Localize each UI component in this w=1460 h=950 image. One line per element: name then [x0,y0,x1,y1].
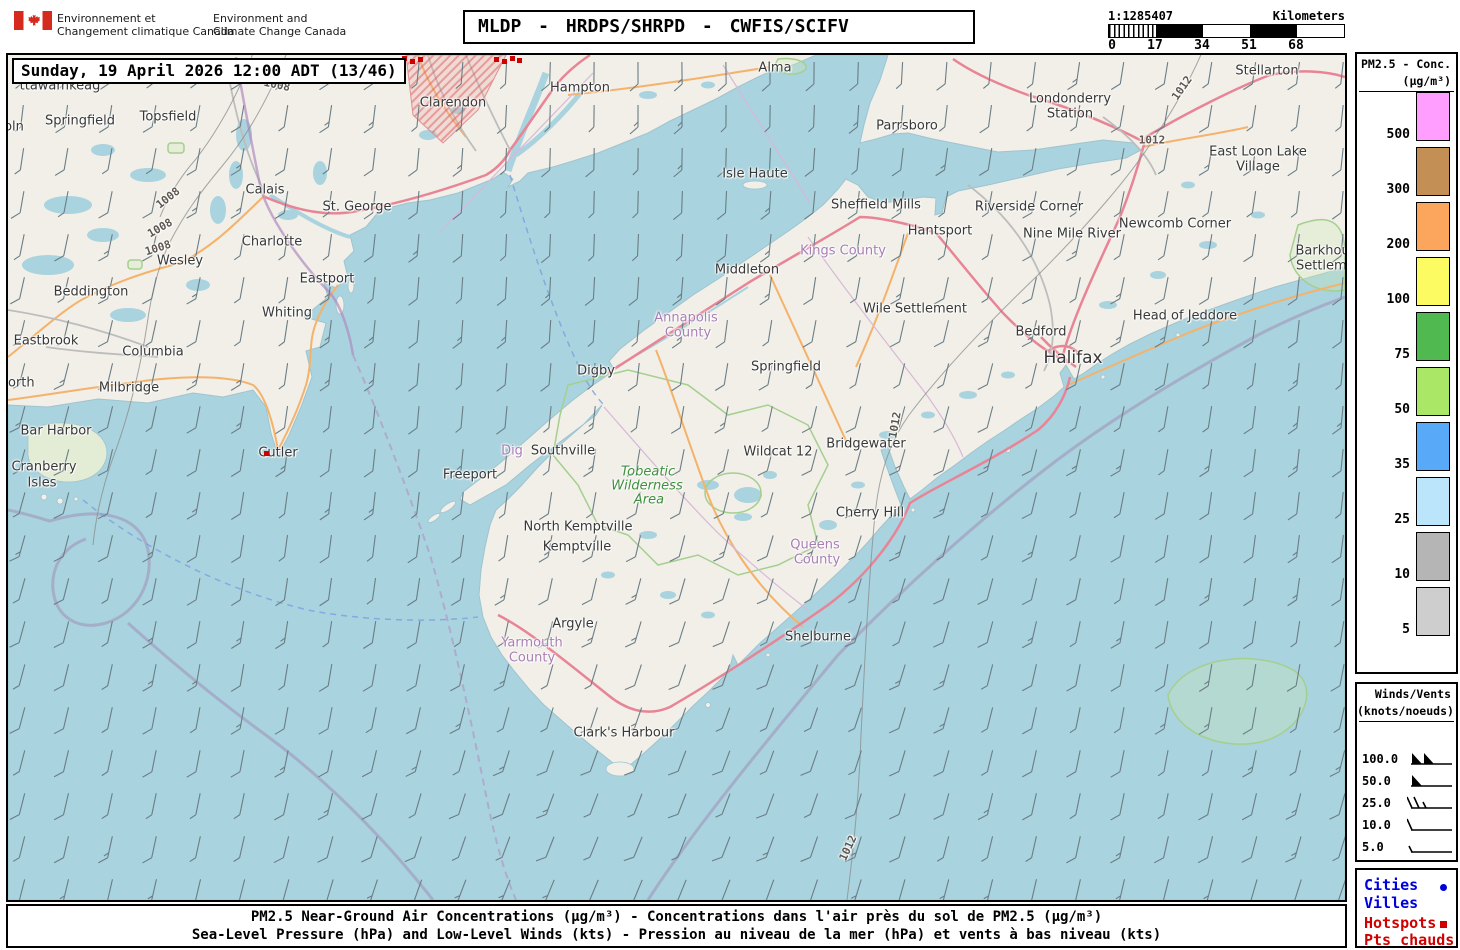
scale-segment [1156,25,1203,37]
caption-line1: PM2.5 Near-Ground Air Concentrations (µg… [250,909,1103,925]
pm25-threshold-label: 200 [1386,237,1410,252]
logo-wordmark-en: Environment and Climate Change Canada [213,12,346,38]
wind-speed-label: 10.0 [1362,818,1391,832]
canada-flag-icon [14,11,52,30]
wind-speed-label: 50.0 [1362,774,1391,788]
map-scalebar: 1:1285407 Kilometers 0 17 34 51 68 [1108,9,1345,53]
pm25-legend-entries: 500 300 200 100 75 50 35 25 10 5 [1357,92,1456,637]
scale-unit: Kilometers [1272,9,1345,23]
pm25-threshold-label: 100 [1386,292,1410,307]
wind-legend-entry: 25.0 [1357,792,1456,814]
scale-tick: 51 [1241,38,1257,53]
wind-barb-icon [1411,775,1452,787]
product-title: MLDP - HRDPS/SHRPD - CWFIS/SCIFV [463,10,975,44]
scale-tick: 0 [1108,38,1116,53]
pm25-legend-entry: 300 [1357,147,1450,197]
scale-tick: 68 [1288,38,1304,53]
map-geography [8,55,1345,900]
scale-segment [1109,25,1156,37]
pm25-color-swatch [1416,202,1450,251]
wind-speed-label: 100.0 [1362,752,1399,766]
winds-legend-units: (knots/noeuds) [1357,704,1454,718]
logo-fr-line1: Environnement et [57,12,156,25]
wind-legend-entry: 50.0 [1357,770,1456,792]
scale-segment [1250,25,1297,37]
winds-legend-title: Winds/Vents [1374,687,1451,701]
wind-speed-label: 25.0 [1362,796,1391,810]
wind-barb-icon [1407,796,1452,809]
wind-speed-label: 5.0 [1362,840,1384,854]
pm25-legend-entry: 10 [1357,532,1450,582]
pm25-threshold-label: 500 [1386,127,1410,142]
pm25-threshold-label: 35 [1394,457,1410,472]
wind-legend-entry: 10.0 [1357,814,1456,836]
pm25-legend-units: (µg/m³) [1402,74,1451,88]
legend-divider [1359,721,1454,722]
pm25-legend-entry: 5 [1357,587,1450,637]
scale-segment [1297,25,1344,37]
wind-barb-icon [1408,845,1452,853]
eccc-pm25-forecast-map-page: { "header": { "logo_fr_line1": "Environn… [0,0,1460,950]
winds-legend: Winds/Vents (knots/noeuds) 100.0 50.0 25.0… [1355,682,1458,862]
scalebar-segments [1108,24,1345,38]
pm25-legend-entry: 50 [1357,367,1450,417]
pm25-legend-entry: 35 [1357,422,1450,472]
hotspots-label-fr: Pts chauds [1364,931,1455,949]
pm25-color-swatch [1416,257,1450,306]
wind-legend-entry: 5.0 [1357,836,1456,858]
wind-barb-icon [1407,818,1452,831]
logo-fr-line2: Changement climatique Canada [57,25,235,38]
scale-tick: 17 [1147,38,1163,53]
wind-legend-entry: 100.0 [1357,748,1456,770]
pm25-threshold-label: 50 [1394,402,1410,417]
logo-wordmark-fr: Environnement et Changement climatique C… [57,12,234,38]
pm25-legend-entry: 25 [1357,477,1450,527]
hotspots-label-en: Hotspots [1364,914,1437,932]
scalebar-ticks: 0 17 34 51 68 [1108,38,1345,53]
pm25-color-swatch [1416,587,1450,636]
header-band: Environnement et Changement climatique C… [0,0,1460,53]
pm25-color-swatch [1416,147,1450,196]
scale-tick: 34 [1194,38,1210,53]
city-dot-icon [1440,884,1447,891]
caption-line2: Sea-Level Pressure (hPa) and Low-Level W… [191,927,1162,943]
scalebar-header: 1:1285407 Kilometers [1108,9,1345,23]
pm25-color-swatch [1416,92,1450,141]
pm25-legend: PM2.5 - Conc. (µg/m³) 500 300 200 100 75 50 35… [1355,52,1458,674]
logo-en-line1: Environment and [213,12,308,25]
wind-barb-icon [1411,753,1452,765]
logo-en-line2: Climate Change Canada [213,25,347,38]
cities-label-en: Cities [1364,876,1419,894]
pm25-threshold-label: 300 [1386,182,1410,197]
pm25-threshold-label: 25 [1394,512,1410,527]
pm25-color-swatch [1416,532,1450,581]
pm25-threshold-label: 10 [1394,567,1410,582]
pm25-color-swatch [1416,312,1450,361]
winds-legend-entries: 100.0 50.0 25.0 10.0 5.0 [1357,748,1456,858]
valid-time-label: Sunday, 19 April 2026 12:00 ADT (13/46) [12,58,406,84]
pm25-legend-title: PM2.5 - Conc. [1360,57,1451,71]
symbols-legend: Cities Villes Hotspots Pts chauds [1355,868,1458,949]
pm25-legend-entry: 200 [1357,202,1450,252]
pm25-legend-entry: 100 [1357,257,1450,307]
map-canvas: ttawamkeag Springfield Topsfield oln Calais S… [6,53,1347,902]
scale-ratio: 1:1285407 [1108,9,1174,23]
pm25-legend-entry: 75 [1357,312,1450,362]
pm25-color-swatch [1416,367,1450,416]
pm25-color-swatch [1416,422,1450,471]
pm25-legend-entry: 500 [1357,92,1450,142]
scale-segment [1203,25,1250,37]
pm25-threshold-label: 5 [1402,622,1410,637]
pm25-color-swatch [1416,477,1450,526]
cities-label-fr: Villes [1364,894,1419,912]
caption: PM2.5 Near-Ground Air Concentrations (µg… [6,904,1347,948]
pm25-threshold-label: 75 [1394,347,1410,362]
hotspot-square-icon [1440,921,1447,928]
